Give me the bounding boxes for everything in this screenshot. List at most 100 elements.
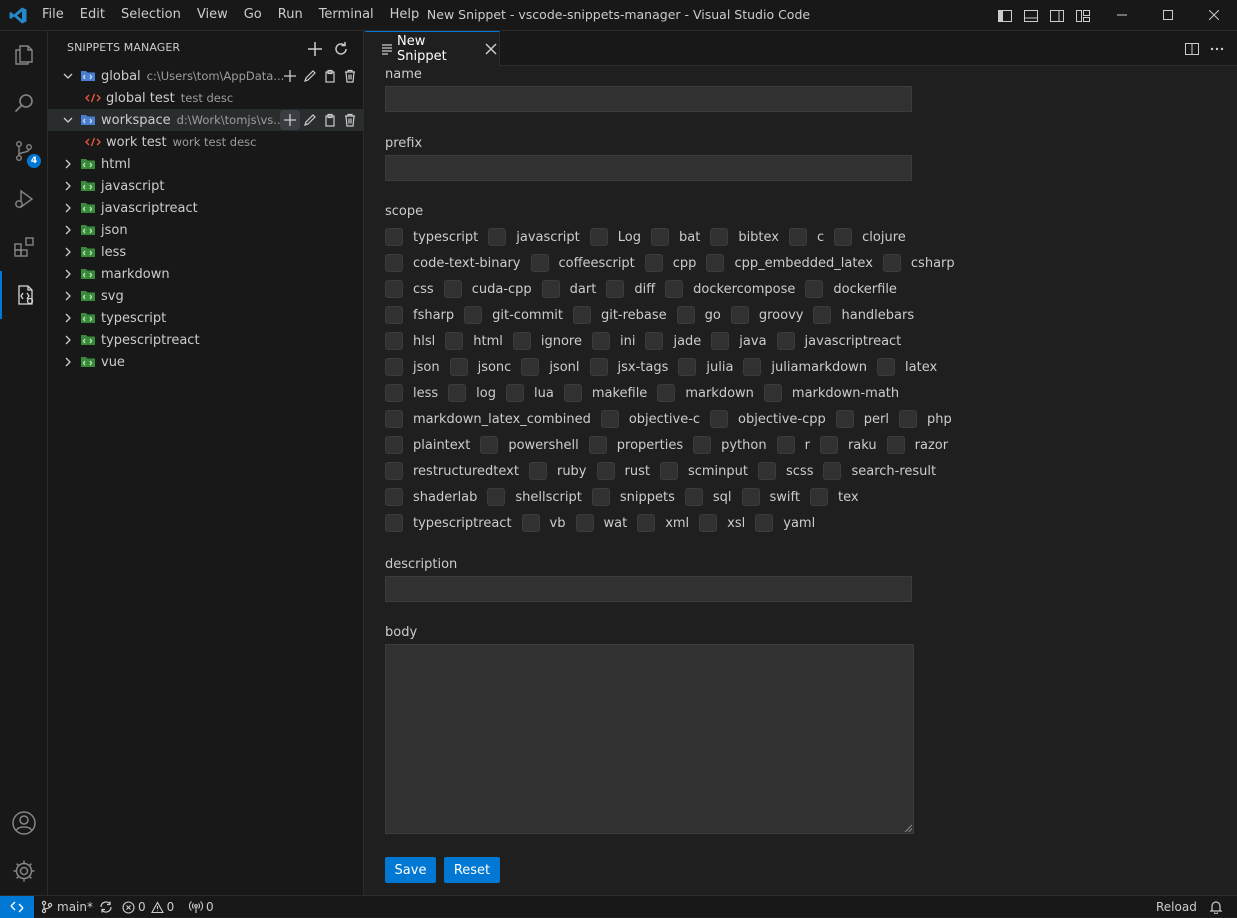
close-window-button[interactable]	[1191, 0, 1237, 30]
source-control-icon[interactable]: 4	[0, 127, 48, 175]
scope-checkbox[interactable]	[805, 280, 824, 298]
scope-checkbox[interactable]	[385, 488, 403, 506]
scope-option[interactable]: ruby	[528, 462, 587, 480]
trash-icon[interactable]	[340, 110, 360, 130]
scope-checkbox[interactable]	[521, 514, 540, 532]
scope-option[interactable]: yaml	[755, 514, 815, 532]
scope-option[interactable]: javascriptreact	[776, 332, 901, 350]
tree-group-vue[interactable]: vue	[48, 351, 364, 373]
scope-checkbox[interactable]	[591, 488, 610, 506]
scope-option[interactable]: go	[676, 306, 721, 324]
scope-checkbox[interactable]	[528, 462, 547, 480]
chevron-down-icon[interactable]	[60, 112, 76, 128]
scope-checkbox[interactable]	[823, 462, 842, 480]
scope-checkbox[interactable]	[592, 332, 610, 350]
chevron-right-icon[interactable]	[60, 354, 76, 370]
scope-checkbox[interactable]	[699, 514, 718, 532]
scope-option[interactable]: java	[711, 332, 767, 350]
scope-option[interactable]: swift	[741, 488, 800, 506]
split-editor-icon[interactable]	[1181, 38, 1202, 59]
scope-checkbox[interactable]	[637, 514, 656, 532]
scope-option[interactable]: css	[385, 280, 434, 298]
scope-option[interactable]: search-result	[823, 462, 936, 480]
scope-option[interactable]: diff	[606, 280, 655, 298]
edit-pencil-icon[interactable]	[300, 110, 320, 130]
scope-checkbox[interactable]	[710, 410, 729, 428]
scope-option[interactable]: markdown	[657, 384, 754, 402]
reset-button[interactable]: Reset	[444, 857, 500, 883]
scope-option[interactable]: jsonc	[449, 358, 511, 376]
maximize-button[interactable]	[1145, 0, 1191, 30]
tree-group-javascriptreact[interactable]: javascriptreact	[48, 197, 364, 219]
chevron-right-icon[interactable]	[60, 222, 76, 238]
scope-checkbox[interactable]	[834, 228, 853, 246]
scope-option[interactable]: properties	[588, 436, 683, 454]
scope-checkbox[interactable]	[464, 306, 483, 324]
scope-option[interactable]: javascript	[488, 228, 580, 246]
scope-option[interactable]: dart	[541, 280, 596, 298]
scope-option[interactable]: log	[448, 384, 496, 402]
scope-option[interactable]: latex	[877, 358, 937, 376]
manage-gear-icon[interactable]	[0, 847, 48, 895]
scope-option[interactable]: hlsl	[385, 332, 435, 350]
scope-option[interactable]: ini	[592, 332, 635, 350]
body-textarea[interactable]	[385, 644, 914, 834]
tree-group-markdown[interactable]: markdown	[48, 263, 364, 285]
scope-option[interactable]: code-text-binary	[385, 254, 521, 272]
scope-option[interactable]: json	[385, 358, 440, 376]
menu-go[interactable]: Go	[236, 0, 270, 30]
scope-option[interactable]: objective-cpp	[710, 410, 826, 428]
edit-pencil-icon[interactable]	[300, 66, 320, 86]
scope-checkbox[interactable]	[443, 280, 462, 298]
scope-option[interactable]: jsx-tags	[589, 358, 668, 376]
scope-checkbox[interactable]	[488, 228, 507, 246]
remote-indicator-icon[interactable]	[0, 896, 34, 918]
toggle-secondary-sidebar-icon[interactable]	[1046, 5, 1067, 26]
scope-checkbox[interactable]	[385, 228, 403, 246]
resize-grip-icon[interactable]	[904, 824, 912, 832]
tree-group-html[interactable]: html	[48, 153, 364, 175]
chevron-right-icon[interactable]	[60, 156, 76, 172]
tree-group-json[interactable]: json	[48, 219, 364, 241]
scope-option[interactable]: sql	[684, 488, 732, 506]
scope-option[interactable]: bibtex	[710, 228, 779, 246]
scope-checkbox[interactable]	[588, 436, 607, 454]
scope-checkbox[interactable]	[596, 462, 615, 480]
scope-option[interactable]: scss	[758, 462, 813, 480]
scope-checkbox[interactable]	[676, 306, 695, 324]
branch-status[interactable]: main*	[40, 896, 113, 918]
scope-option[interactable]: wat	[575, 514, 627, 532]
scope-option[interactable]: Log	[589, 228, 641, 246]
scope-option[interactable]: powershell	[480, 436, 579, 454]
tree-group-typescript[interactable]: typescript	[48, 307, 364, 329]
scope-checkbox[interactable]	[589, 228, 608, 246]
scope-option[interactable]: git-rebase	[572, 306, 667, 324]
scope-option[interactable]: xsl	[699, 514, 745, 532]
sync-icon[interactable]	[99, 900, 113, 914]
scope-option[interactable]: lua	[505, 384, 554, 402]
menu-edit[interactable]: Edit	[72, 0, 113, 30]
scope-checkbox[interactable]	[882, 254, 901, 272]
add-icon[interactable]	[280, 66, 300, 86]
menu-help[interactable]: Help	[382, 0, 428, 30]
name-field[interactable]	[385, 86, 912, 112]
scope-checkbox[interactable]	[706, 254, 725, 272]
scope-checkbox[interactable]	[645, 332, 664, 350]
scope-option[interactable]: xml	[637, 514, 689, 532]
scope-option[interactable]: less	[385, 384, 438, 402]
run-debug-icon[interactable]	[0, 175, 48, 223]
scope-checkbox[interactable]	[684, 488, 703, 506]
description-field[interactable]	[385, 576, 912, 602]
scope-checkbox[interactable]	[589, 358, 608, 376]
scope-option[interactable]: jade	[645, 332, 701, 350]
scope-checkbox[interactable]	[898, 410, 917, 428]
scope-option[interactable]: tex	[809, 488, 859, 506]
scope-checkbox[interactable]	[521, 358, 540, 376]
tree-group-javascript[interactable]: javascript	[48, 175, 364, 197]
scope-checkbox[interactable]	[575, 514, 594, 532]
scope-checkbox[interactable]	[819, 436, 838, 454]
tree-group-workspace[interactable]: workspace d:\Work\tomjs\vs...	[48, 109, 364, 131]
scope-option[interactable]: typescript	[385, 228, 478, 246]
scope-option[interactable]: markdown-math	[763, 384, 899, 402]
scope-option[interactable]: python	[693, 436, 767, 454]
